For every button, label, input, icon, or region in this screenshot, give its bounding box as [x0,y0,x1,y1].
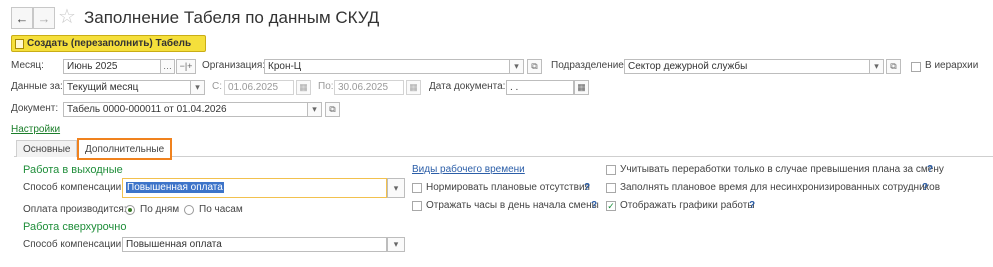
hierarchy-checkbox[interactable] [911,62,921,72]
arrow-right-icon: → [37,10,51,26]
data-for-label: Данные за: [11,81,63,92]
overtime-compensation-dropdown[interactable]: ▾ [387,237,405,252]
organization-dropdown-button[interactable]: ▾ [509,59,524,74]
month-stepper[interactable]: −|+ [176,59,196,74]
show-schedules-checkbox[interactable]: ✓ [606,201,616,211]
fill-plan-time-checkbox[interactable] [606,183,616,193]
data-for-dropdown-button[interactable]: ▾ [190,80,205,95]
help-icon[interactable]: ? [584,181,590,195]
chevron-down-icon: ▾ [874,61,879,71]
payment-label: Оплата производится: [23,204,127,215]
help-icon[interactable]: ? [927,163,933,177]
department-dropdown-button[interactable]: ▾ [869,59,884,74]
calendar-icon: ▦ [577,82,586,92]
department-label: Подразделение: [551,60,627,71]
date-from-label: С: [212,81,222,92]
shift-start-hours-label: Отражать часы в день начала смены [426,200,599,211]
favorite-star-icon[interactable]: ☆ [58,5,76,29]
weekends-compensation-label: Способ компенсации: [23,182,125,193]
overtime-only-label: Учитывать переработки только в случае пр… [620,164,944,175]
month-field[interactable]: Июнь 2025 [63,59,161,74]
department-field[interactable]: Сектор дежурной службы [624,59,870,74]
document-icon [15,38,24,49]
calendar-icon: ▦ [299,82,308,92]
weekends-compensation-field[interactable]: Повышенная оплата [122,178,387,198]
page-title: Заполнение Табеля по данным СКУД [84,8,380,27]
chevron-down-icon: ▾ [393,182,399,193]
help-icon[interactable]: ? [591,199,597,213]
open-icon: ⧉ [531,61,538,71]
organization-label: Организация: [202,60,266,71]
weekends-compensation-dropdown[interactable]: ▾ [387,178,405,198]
date-from-field[interactable]: 01.06.2025 [224,80,294,95]
shift-start-hours-checkbox[interactable] [412,201,422,211]
doc-date-calendar-button[interactable]: ▦ [574,80,589,95]
normalize-absences-label: Нормировать плановые отсутствия [426,182,590,193]
back-button[interactable]: ← [11,7,33,29]
organization-open-button[interactable]: ⧉ [527,59,542,74]
document-open-button[interactable]: ⧉ [325,102,340,117]
doc-date-label: Дата документа: [429,81,506,92]
create-tabel-label: Создать (перезаполнить) Табель [27,38,192,49]
chevron-down-icon: ▾ [312,104,317,114]
chevron-down-icon: ▾ [195,82,200,92]
create-tabel-button[interactable]: Создать (перезаполнить) Табель [11,35,206,52]
document-field[interactable]: Табель 0000-000011 от 01.04.2026 [63,102,308,117]
settings-link[interactable]: Настройки [11,123,60,137]
date-to-field[interactable]: 30.06.2025 [334,80,404,95]
help-icon[interactable]: ? [922,181,928,195]
overtime-only-checkbox[interactable] [606,165,616,175]
hierarchy-label: В иерархии [925,60,979,71]
chevron-down-icon: ▾ [514,61,519,71]
date-from-calendar-button[interactable]: ▦ [296,80,311,95]
document-label: Документ: [11,103,59,114]
pay-by-days-label: По дням [140,204,180,215]
tab-main[interactable]: Основные [16,140,78,157]
pay-by-days-radio[interactable] [125,205,135,215]
arrow-left-icon: ← [15,10,29,26]
weekends-compensation-value: Повышенная оплата [126,182,224,193]
chevron-down-icon: ▾ [393,239,399,249]
doc-date-field[interactable]: . . [506,80,574,95]
calendar-icon: ▦ [409,82,418,92]
show-schedules-label: Отображать графики работы [620,200,755,211]
document-dropdown-button[interactable]: ▾ [307,102,322,117]
pay-by-hours-label: По часам [199,204,243,215]
overtime-section-title: Работа сверхурочно [23,221,127,233]
overtime-compensation-label: Способ компенсации: [23,239,125,250]
tab-additional[interactable]: Дополнительные [77,138,173,160]
forward-button[interactable]: → [33,7,55,29]
month-select-button[interactable]: … [160,59,175,74]
normalize-absences-checkbox[interactable] [412,183,422,193]
month-label: Месяц: [11,60,44,71]
organization-field[interactable]: Крон-Ц [264,59,510,74]
work-time-types-link[interactable]: Виды рабочего времени [412,163,525,177]
overtime-compensation-field[interactable]: Повышенная оплата [122,237,387,252]
weekends-section-title: Работа в выходные [23,164,123,176]
pay-by-hours-radio[interactable] [184,205,194,215]
help-icon[interactable]: ? [749,199,755,213]
open-icon: ⧉ [890,61,897,71]
fill-plan-time-label: Заполнять плановое время для несинхрониз… [620,182,941,193]
date-to-calendar-button[interactable]: ▦ [406,80,421,95]
date-to-label: По: [318,81,334,92]
department-open-button[interactable]: ⧉ [886,59,901,74]
data-for-field[interactable]: Текущий месяц [63,80,191,95]
open-icon: ⧉ [329,104,336,114]
